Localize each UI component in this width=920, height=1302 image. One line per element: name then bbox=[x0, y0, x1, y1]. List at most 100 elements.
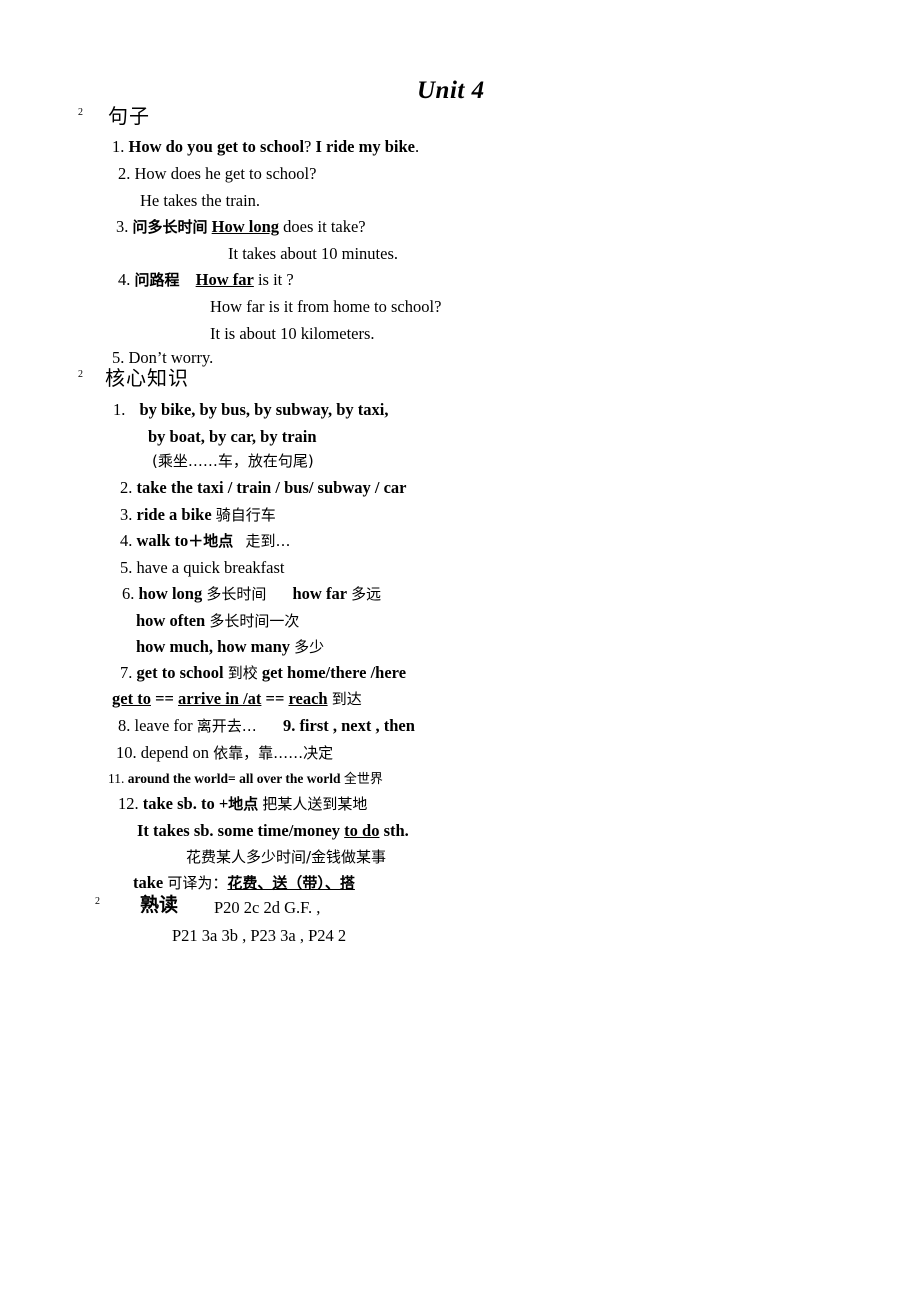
item-text: P20 2c 2d G.F. , bbox=[214, 898, 321, 917]
section-heading-core-knowledge: 核心知识 bbox=[105, 366, 189, 390]
item-text: P21 3a 3b , P23 3a , P24 2 bbox=[172, 926, 347, 945]
item-punct-2: . bbox=[414, 137, 420, 156]
item-number: 1. bbox=[113, 400, 126, 419]
item-text-cn-highlight: 花费、送（带）、搭 bbox=[227, 874, 355, 892]
item-text: He takes the train. bbox=[140, 191, 261, 210]
list-item-continuation: It takes about 10 minutes. bbox=[228, 244, 399, 263]
page-title: Unit 4 bbox=[417, 77, 485, 104]
list-item-continuation: take 可译为：花费、送（带）、搭 bbox=[133, 873, 355, 892]
list-item-note: (乘坐……车，放在句尾) bbox=[152, 454, 314, 469]
item-number: 2. bbox=[118, 164, 131, 183]
list-item-continuation: He takes the train. bbox=[140, 191, 261, 210]
item-text-cn: 依靠，靠……决定 bbox=[213, 744, 334, 762]
item-text-cn-2: 多远 bbox=[351, 585, 382, 603]
list-item-translation: 花费某人多少时间/金钱做某事 bbox=[186, 850, 386, 865]
item-number: 6. bbox=[122, 584, 135, 603]
item-number: 12. bbox=[118, 794, 139, 813]
item-text: It is about 10 kilometers. bbox=[210, 324, 375, 343]
item-text-2: I ride my bike bbox=[315, 137, 415, 156]
section-heading-recite: 熟读 bbox=[140, 894, 179, 916]
list-item: 1. How do you get to school? I ride my b… bbox=[112, 137, 420, 156]
item-text-highlight: to do bbox=[344, 821, 380, 840]
item-text-cn: 到校 bbox=[227, 664, 258, 682]
item-text: How does he get to school? bbox=[134, 164, 317, 183]
list-item-continuation: by boat, by car, by train bbox=[148, 427, 317, 446]
list-item-continuation: It takes sb. some time/money to do sth. bbox=[137, 821, 409, 840]
item-number: 3. bbox=[116, 217, 129, 236]
list-item: 2. take the taxi / train / bus/ subway /… bbox=[120, 478, 406, 497]
item-text: get to school bbox=[136, 663, 224, 682]
list-item-continuation: how often 多长时间一次 bbox=[136, 611, 300, 630]
item-text: How do you get to school bbox=[128, 137, 305, 156]
item-text-cn: 多少 bbox=[294, 638, 325, 656]
item-text-cn: 多长时间 bbox=[206, 585, 267, 603]
item-text: It takes about 10 minutes. bbox=[228, 244, 399, 263]
item-text-highlight-3: reach bbox=[288, 689, 328, 708]
item-text: have a quick breakfast bbox=[136, 558, 285, 577]
item-text-highlight: How long bbox=[211, 217, 280, 236]
item-text-2: 9. first , next , then bbox=[282, 716, 415, 735]
list-item: 12. take sb. to +地点 把某人送到某地 bbox=[118, 794, 368, 813]
item-number: 10. bbox=[116, 743, 137, 762]
item-text: by boat, by car, by train bbox=[148, 427, 317, 446]
recite-line-1: P20 2c 2d G.F. , bbox=[214, 898, 321, 917]
item-number: 5. bbox=[120, 558, 133, 577]
list-item: 7. get to school 到校 get home/there /here bbox=[120, 663, 407, 682]
item-text: depend on bbox=[140, 743, 210, 762]
list-item: 1. by bike, by bus, by subway, by taxi, bbox=[113, 400, 389, 419]
document-page: Unit 4 2 句子 1. How do you get to school?… bbox=[0, 0, 920, 1302]
list-item: 8. leave for 离开去… 9. first , next , then bbox=[118, 716, 415, 735]
item-text: how long bbox=[138, 584, 203, 603]
item-number: 3. bbox=[120, 505, 133, 524]
item-text-2: sth. bbox=[379, 821, 409, 840]
list-item-continuation: get to == arrive in /at == reach 到达 bbox=[112, 689, 362, 708]
list-item: 3. ride a bike 骑自行车 bbox=[120, 505, 276, 524]
item-text-cn: 到达 bbox=[331, 690, 362, 708]
item-text-cn: 全世界 bbox=[343, 772, 383, 787]
item-text: around the world= all over the world bbox=[127, 771, 341, 786]
item-number: 4. bbox=[120, 531, 133, 550]
item-text: leave for bbox=[134, 716, 193, 735]
item-punct: ? bbox=[304, 137, 316, 156]
item-text-cn: 花费某人多少时间/金钱做某事 bbox=[186, 848, 387, 866]
item-text-highlight: How far bbox=[195, 270, 254, 289]
item-text-2: get home/there /here bbox=[261, 663, 407, 682]
item-text-cn-2: 把某人送到某地 bbox=[262, 795, 368, 813]
item-text-en: does it take? bbox=[279, 217, 366, 236]
item-text: ride a bike bbox=[136, 505, 212, 524]
section-heading-sentences: 句子 bbox=[108, 104, 150, 128]
item-number: 1. bbox=[112, 137, 125, 156]
item-text-cn: ＋地点 bbox=[188, 532, 234, 550]
item-text-cn: 多长时间一次 bbox=[209, 612, 300, 630]
item-text: take bbox=[133, 873, 164, 892]
section-marker-1: 2 bbox=[78, 107, 83, 118]
item-equals: == bbox=[150, 689, 179, 708]
item-text-cn: 骑自行车 bbox=[215, 506, 276, 524]
item-number: 4. bbox=[118, 270, 131, 289]
item-text: how often bbox=[136, 611, 206, 630]
item-text-cn: 离开去… bbox=[196, 717, 257, 735]
list-item-continuation: How far is it from home to school? bbox=[210, 298, 441, 316]
item-text-highlight: get to bbox=[112, 689, 151, 708]
list-item-continuation: It is about 10 kilometers. bbox=[210, 324, 375, 343]
list-item: 2. How does he get to school? bbox=[118, 164, 317, 183]
item-text-cn: 问路程 bbox=[134, 271, 180, 289]
item-text-en: is it ? bbox=[253, 270, 294, 289]
list-item: 4. walk to＋地点 走到… bbox=[120, 531, 291, 550]
list-item: 4. 问路程 How far is it ? bbox=[118, 270, 294, 289]
item-number: 7. bbox=[120, 663, 133, 682]
item-text: It takes sb. some time/money bbox=[137, 821, 345, 840]
list-item: 3. 问多长时间 How long does it take? bbox=[116, 217, 366, 236]
list-item-continuation: how much, how many 多少 bbox=[136, 638, 325, 656]
item-text-cn: 问多长时间 bbox=[132, 218, 208, 236]
list-item: 11. around the world= all over the world… bbox=[108, 772, 383, 786]
item-text-cn: (乘坐……车，放在句尾) bbox=[152, 452, 314, 470]
item-text-cn-2: 走到… bbox=[245, 532, 291, 550]
list-item: 6. how long 多长时间 how far 多远 bbox=[122, 584, 382, 603]
item-text-highlight-2: arrive in /at bbox=[178, 689, 262, 708]
item-number: 2. bbox=[120, 478, 133, 497]
item-text: Don’t worry. bbox=[128, 348, 214, 367]
list-item: 5. have a quick breakfast bbox=[120, 558, 285, 577]
list-item: 10. depend on 依靠，靠……决定 bbox=[116, 743, 334, 762]
item-text: by bike, by bus, by subway, by taxi, bbox=[139, 400, 389, 419]
